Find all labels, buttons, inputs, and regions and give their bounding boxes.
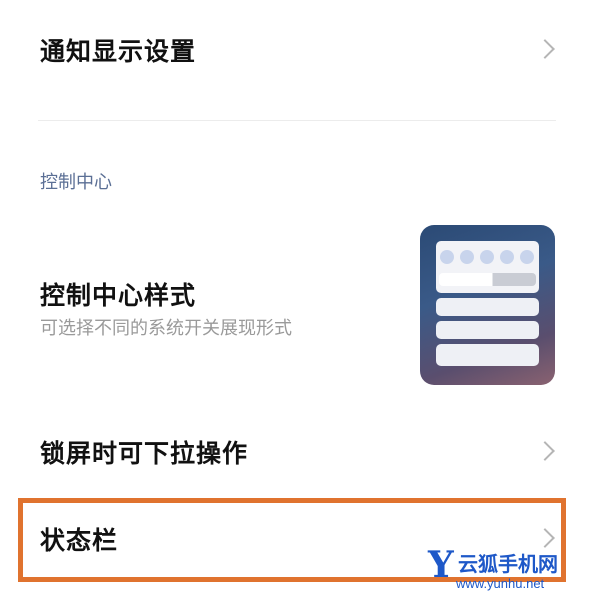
thumbnail-panel: [436, 298, 539, 316]
brightness-slider-shape: [439, 273, 536, 286]
toggle-dot-icon: [520, 250, 534, 264]
thumbnail-panel: [436, 321, 539, 339]
toggle-dot-icon: [460, 250, 474, 264]
watermark-name: 云狐手机网: [458, 552, 558, 576]
control-center-style-thumbnail[interactable]: [420, 225, 555, 385]
thumbnail-panel: [436, 344, 539, 366]
watermark-url: www.yunhu.net: [456, 576, 545, 591]
chevron-right-icon: [535, 39, 555, 59]
toggle-dot-icon: [500, 250, 514, 264]
lockscreen-pulldown-row[interactable]: 锁屏时可下拉操作: [0, 420, 600, 480]
chevron-right-icon: [535, 441, 555, 461]
toggle-dot-icon: [480, 250, 494, 264]
row-subtitle: 可选择不同的系统开关展现形式: [40, 318, 292, 339]
row-title: 控制中心样式: [40, 281, 197, 310]
row-title: 通知显示设置: [40, 37, 197, 66]
watermark-letter: Y: [428, 544, 454, 586]
notification-display-settings-row[interactable]: 通知显示设置: [0, 20, 600, 80]
watermark-logo: Y 云狐手机网 www.yunhu.net: [420, 540, 590, 600]
toggle-dot-icon: [440, 250, 454, 264]
row-title: 锁屏时可下拉操作: [40, 439, 249, 468]
divider: [38, 120, 556, 121]
thumbnail-toggle-panel: [436, 241, 539, 293]
section-header-control-center: 控制中心: [40, 172, 112, 193]
